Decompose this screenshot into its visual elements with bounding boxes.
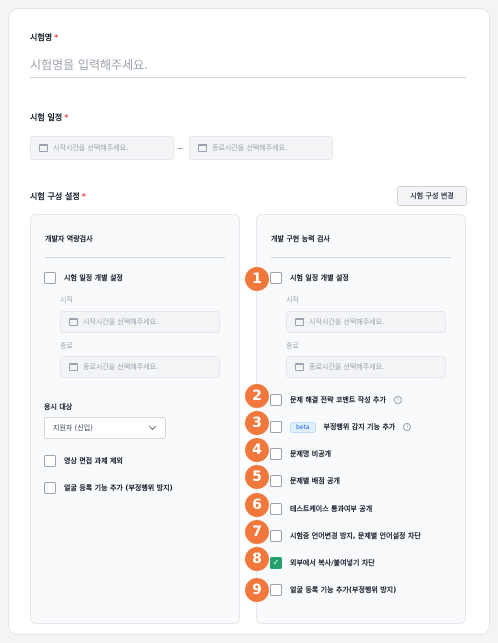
start-date-field[interactable]: 시작시간을 선택해주세요.: [30, 136, 174, 160]
checkbox[interactable]: [270, 394, 282, 406]
chevron-down-icon: [148, 422, 157, 431]
exam-name-input[interactable]: 시험명을 입력해주세요.: [30, 56, 466, 78]
right-end-field[interactable]: 종료시간을 선택해주세요.: [286, 356, 446, 378]
calendar-icon: [295, 318, 304, 326]
end-date-field[interactable]: 종료시간을 선택해주세요.: [189, 136, 333, 160]
marker-2: 2: [245, 384, 269, 408]
calendar-icon: [198, 144, 207, 152]
marker-1: 1: [245, 267, 269, 291]
left-schedule-checkbox[interactable]: 시험 일정 개별 설정: [44, 272, 123, 284]
calendar-icon: [295, 363, 304, 371]
right-option-lock-language[interactable]: 시험중 언어변경 방지, 문제별 언어설정 차단: [270, 530, 421, 542]
checkbox[interactable]: [44, 482, 56, 494]
target-select[interactable]: 지원자 (신입): [44, 417, 166, 439]
marker-3: 3: [245, 411, 269, 435]
left-option-face[interactable]: 얼굴 등록 기능 추가 (부정행위 방지): [44, 482, 173, 494]
right-option-hide-name[interactable]: 문제명 비공개: [270, 448, 331, 460]
right-schedule-checkbox[interactable]: 시험 일정 개별 설정: [270, 272, 349, 284]
right-option-show-score[interactable]: 문제별 배점 공개: [270, 475, 340, 487]
calendar-icon: [39, 144, 48, 152]
right-option-testcase-result[interactable]: 테스트케이스 통과여부 공개: [270, 503, 372, 515]
info-icon[interactable]: i: [403, 423, 412, 431]
divider: [45, 257, 225, 258]
checkbox[interactable]: [44, 272, 56, 284]
checkbox[interactable]: [270, 584, 282, 596]
marker-9: 9: [245, 578, 269, 602]
info-icon[interactable]: i: [393, 396, 402, 404]
beta-badge: beta: [290, 421, 316, 433]
checkbox[interactable]: [270, 530, 282, 542]
calendar-icon: [69, 318, 78, 326]
calendar-icon: [69, 363, 78, 371]
right-option-face-register[interactable]: 얼굴 등록 기능 추가(부정행위 방지): [270, 584, 396, 596]
right-option-strategy-comment[interactable]: 문제 해결 전략 코멘트 작성 추가 i: [270, 394, 402, 406]
right-option-cheat-detect[interactable]: beta 부정행위 감지 기능 추가 i: [270, 421, 412, 433]
left-end-field[interactable]: 종료시간을 선택해주세요.: [60, 356, 220, 378]
panel-title: 개발자 역량검사: [45, 235, 93, 243]
marker-5: 5: [245, 465, 269, 489]
left-start-field[interactable]: 시작시간을 선택해주세요.: [60, 311, 220, 333]
marker-8: 8: [245, 547, 269, 571]
exam-name-label: 시험명 *: [30, 33, 59, 42]
checkbox[interactable]: [270, 421, 282, 433]
marker-7: 7: [245, 520, 269, 544]
exam-config-label: 시험 구성 설정 *: [30, 192, 86, 201]
end-label: 종료: [286, 342, 299, 350]
checkbox[interactable]: [270, 272, 282, 284]
marker-6: 6: [245, 493, 269, 517]
target-label: 응시 대상: [44, 403, 73, 411]
start-label: 시작: [286, 296, 299, 304]
checkbox[interactable]: [270, 475, 282, 487]
right-start-field[interactable]: 시작시간을 선택해주세요.: [286, 311, 446, 333]
checkbox[interactable]: [270, 448, 282, 460]
checkbox[interactable]: [44, 455, 56, 467]
marker-4: 4: [245, 438, 269, 462]
panel-title: 개발 구현 능력 검사: [271, 235, 330, 243]
checkbox-checked[interactable]: ✓: [270, 557, 282, 569]
checkbox[interactable]: [270, 503, 282, 515]
divider: [271, 257, 451, 258]
end-label: 종료: [60, 342, 73, 350]
start-label: 시작: [60, 296, 73, 304]
exam-schedule-label: 시험 일정 *: [30, 113, 69, 122]
right-option-block-paste[interactable]: ✓ 외부에서 복사/붙여넣기 차단: [270, 557, 375, 569]
left-option-video[interactable]: 영상 면접 과제 제외: [44, 455, 123, 467]
range-separator: ~: [177, 144, 184, 153]
change-config-button[interactable]: 시험 구성 변경: [397, 186, 467, 206]
